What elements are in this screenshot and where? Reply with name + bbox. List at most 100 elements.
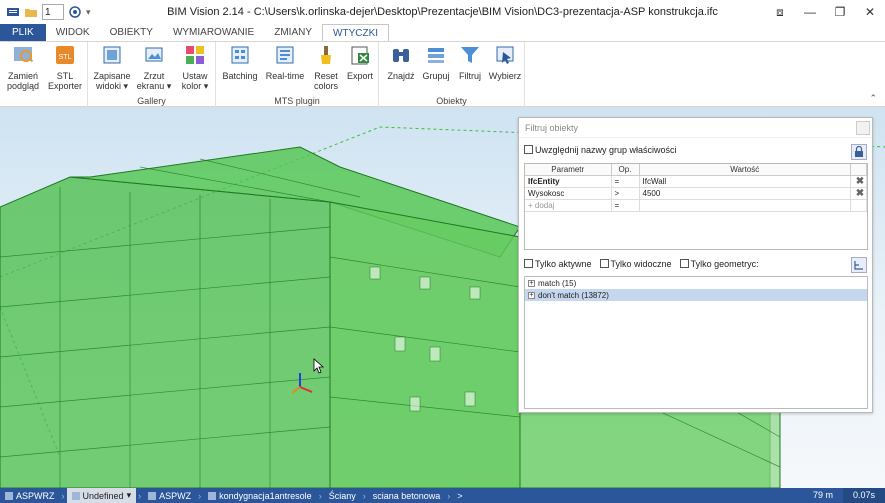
- swap-view-icon: [14, 47, 34, 63]
- only-geometric-checkbox[interactable]: [679, 259, 689, 268]
- condition-param[interactable]: Wysokosc: [525, 187, 612, 200]
- include-group-names-option[interactable]: Uwzględnij nazwy grup właściwości: [524, 145, 677, 155]
- status-more-label: >: [457, 490, 463, 501]
- expand-results-button[interactable]: [851, 257, 867, 273]
- status-render-time: 0.07s: [842, 488, 885, 503]
- app-menu-icon[interactable]: [6, 5, 20, 19]
- quick-access-toolbar: 1 ▾: [0, 4, 91, 20]
- only-visible-checkbox[interactable]: [599, 259, 609, 268]
- only-visible-option[interactable]: Tylko widoczne: [599, 259, 672, 269]
- panel-close-button[interactable]: [856, 121, 870, 135]
- storey-icon: [208, 491, 217, 500]
- status-building[interactable]: ASPWZ: [143, 488, 196, 503]
- ribbon-group-gallery: Zapisane widoki ▾ Zrzut ekranu ▾ Ustaw k…: [88, 42, 216, 107]
- condition-op[interactable]: =: [611, 175, 640, 188]
- status-site[interactable]: Undefined ▾: [66, 488, 137, 503]
- status-project[interactable]: ASPWRZ: [0, 488, 60, 503]
- status-category[interactable]: Ściany: [324, 488, 361, 503]
- tree-expand-icon: [854, 261, 863, 270]
- set-color-button[interactable]: Ustaw kolor ▾: [175, 44, 215, 91]
- column-header-op: Op.: [611, 164, 640, 176]
- only-geometric-option[interactable]: Tylko geometryc:: [679, 259, 759, 269]
- delete-condition-icon[interactable]: ✖: [850, 187, 867, 200]
- open-folder-icon[interactable]: [24, 5, 38, 19]
- condition-value[interactable]: IfcWall: [639, 175, 851, 188]
- lock-button[interactable]: [851, 144, 867, 160]
- delete-condition-icon[interactable]: ✖: [850, 175, 867, 188]
- customize-qa-icon[interactable]: ▾: [86, 7, 91, 18]
- status-more[interactable]: >: [452, 488, 467, 503]
- only-visible-label: Tylko widoczne: [610, 259, 672, 269]
- select-label: Wybierz: [488, 71, 522, 81]
- tab-zmiany[interactable]: ZMIANY: [264, 24, 322, 41]
- add-condition-op[interactable]: =: [611, 199, 640, 212]
- tab-obiekty[interactable]: OBIEKTY: [100, 24, 163, 41]
- tab-widok[interactable]: WIDOK: [46, 24, 100, 41]
- svg-text:STL: STL: [59, 54, 72, 61]
- close-icon[interactable]: ✕: [855, 0, 885, 24]
- expand-icon[interactable]: +: [528, 291, 535, 299]
- batching-button[interactable]: Batching: [220, 44, 260, 81]
- status-type[interactable]: sciana betonowa: [368, 488, 446, 503]
- tab-wymiarowanie[interactable]: WYMIAROWANIE: [163, 24, 264, 41]
- group-label-gallery: Gallery: [137, 96, 166, 106]
- screenshot-label: Zrzut ekranu ▾: [136, 71, 172, 91]
- status-building-label: ASPWZ: [159, 490, 192, 501]
- status-site-label: Undefined: [82, 490, 124, 501]
- filter-options: Tylko aktywne Tylko widoczne Tylko geome…: [524, 259, 759, 269]
- collapse-ribbon-icon[interactable]: ⌃: [869, 93, 877, 104]
- select-button[interactable]: Wybierz: [485, 44, 525, 81]
- filter-conditions-grid: Parametr Op. Wartość IfcEntity = IfcWall…: [524, 163, 868, 250]
- status-separator-icon: ›: [61, 490, 65, 501]
- add-condition-label[interactable]: + dodaj: [525, 199, 612, 212]
- add-condition-value[interactable]: [639, 199, 851, 212]
- filter-objects-panel: Filtruj obiekty Uwzględnij nazwy grup wł…: [518, 117, 873, 413]
- result-label: don't match (13872): [538, 290, 609, 300]
- group-label-objects: Obiekty: [436, 96, 467, 106]
- table-row[interactable]: Wysokosc > 4500 ✖: [525, 187, 867, 200]
- screenshot-button[interactable]: Zrzut ekranu ▾: [134, 44, 174, 91]
- group-icon: [428, 48, 444, 63]
- find-button[interactable]: Znajdź: [381, 44, 421, 81]
- include-group-names-label: Uwzględnij nazwy grup właściwości: [535, 145, 677, 155]
- tab-wtyczki[interactable]: WTYCZKI: [322, 24, 390, 41]
- condition-param[interactable]: IfcEntity: [525, 175, 612, 188]
- stl-exporter-button[interactable]: STL STL Exporter: [45, 44, 85, 91]
- table-row[interactable]: IfcEntity = IfcWall ✖: [525, 175, 867, 188]
- find-label: Znajdź: [387, 71, 415, 81]
- filter-button[interactable]: Filtruj: [450, 44, 490, 81]
- window-title: BIM Vision 2.14 - C:\Users\k.orlinska-de…: [167, 6, 718, 18]
- swap-view-button[interactable]: Zamień podgląd: [3, 44, 43, 91]
- stl-exporter-label: STL Exporter: [47, 71, 82, 91]
- include-group-names-checkbox[interactable]: [524, 145, 533, 154]
- list-item[interactable]: + don't match (13872): [525, 289, 867, 301]
- select-icon: [496, 46, 514, 64]
- export-button[interactable]: Export: [340, 44, 380, 81]
- condition-op[interactable]: >: [611, 187, 640, 200]
- result-label: match (15): [538, 278, 577, 288]
- saved-views-button[interactable]: Zapisane widoki ▾: [92, 44, 132, 91]
- list-item[interactable]: + match (15): [525, 277, 867, 289]
- only-active-checkbox[interactable]: [524, 259, 533, 268]
- status-right: 79 m 0.07s: [803, 488, 885, 503]
- realtime-button[interactable]: Real-time: [265, 44, 305, 81]
- only-geometric-label: Tylko geometryc:: [690, 259, 759, 269]
- window-controls: ⧈ — ❐ ✕: [765, 0, 885, 24]
- expand-icon[interactable]: +: [528, 279, 535, 287]
- ribbon-group-mts: Batching Real-time Reset colors Export M…: [216, 42, 379, 107]
- site-icon: [71, 491, 80, 500]
- target-icon[interactable]: [68, 5, 82, 19]
- tab-plik[interactable]: PLIK: [0, 24, 46, 41]
- ribbon-group-view: Zamień podgląd STL STL Exporter: [0, 42, 88, 107]
- status-separator-icon: ›: [138, 490, 142, 501]
- ribbon-display-icon[interactable]: ⧈: [765, 0, 795, 24]
- only-active-option[interactable]: Tylko aktywne: [524, 259, 592, 269]
- floor-spinner[interactable]: 1: [42, 4, 64, 20]
- column-header-param: Parametr: [525, 164, 612, 176]
- status-storey[interactable]: kondygnacja1antresole: [203, 488, 317, 503]
- condition-value[interactable]: 4500: [639, 187, 851, 200]
- add-condition-row[interactable]: + dodaj =: [525, 199, 867, 212]
- restore-icon[interactable]: ❐: [825, 0, 855, 24]
- minimize-icon[interactable]: —: [795, 0, 825, 24]
- status-storey-label: kondygnacja1antresole: [219, 490, 312, 501]
